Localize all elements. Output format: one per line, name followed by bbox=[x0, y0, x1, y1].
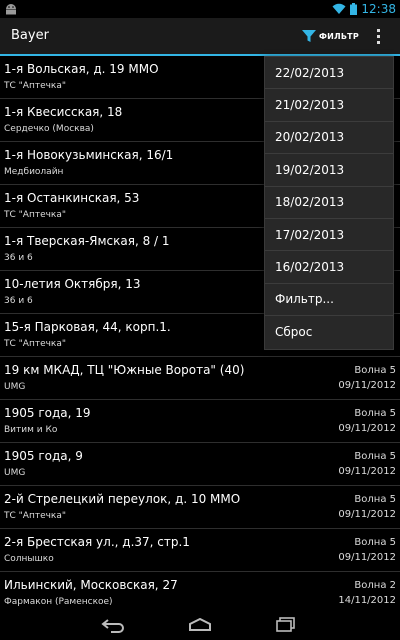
menu-item[interactable]: Сброс bbox=[265, 316, 393, 348]
list-item-store: ТС "Аптечка" bbox=[4, 511, 67, 521]
list-item[interactable]: 1905 года, 9 UMG Волна 5 09/11/2012 bbox=[0, 443, 400, 486]
list-item-address: 1-я Останкинская, 53 bbox=[4, 191, 140, 205]
list-item-address: Ильинский, Московская, 27 bbox=[4, 578, 178, 592]
list-item-store: Медбиолайн bbox=[4, 167, 64, 177]
list-item-address: 1-я Тверская-Ямская, 8 / 1 bbox=[4, 234, 170, 248]
recents-icon[interactable] bbox=[268, 614, 304, 636]
list-item-address: 10-летия Октября, 13 bbox=[4, 277, 141, 291]
menu-item[interactable]: 19/02/2013 bbox=[265, 154, 393, 187]
list-item-store: UMG bbox=[4, 382, 26, 392]
menu-item[interactable]: 22/02/2013 bbox=[265, 57, 393, 90]
list-item-store: ТС "Аптечка" bbox=[4, 81, 67, 91]
list-item-address: 1-я Вольская, д. 19 ММО bbox=[4, 62, 159, 76]
list-item-date: 09/11/2012 bbox=[338, 509, 396, 520]
battery-icon bbox=[350, 3, 358, 15]
home-icon[interactable] bbox=[182, 614, 218, 636]
list-item-address: 15-я Парковая, 44, корп.1. bbox=[4, 320, 171, 334]
list-item-store: Сердечко (Москва) bbox=[4, 124, 94, 134]
menu-item[interactable]: Фильтр... bbox=[265, 284, 393, 317]
list-item[interactable]: Ильинский, Московская, 27 Фармакон (Рамен… bbox=[0, 572, 400, 610]
list-item-store: ТС "Аптечка" bbox=[4, 339, 67, 349]
overflow-menu: 22/02/2013 21/02/2013 20/02/2013 19/02/2013… bbox=[264, 56, 394, 350]
list-item-date: 14/11/2012 bbox=[338, 595, 396, 606]
menu-item[interactable]: 17/02/2013 bbox=[265, 219, 393, 252]
list-item-address: 19 км МКАД, ТЦ "Южные Ворота" (40) bbox=[4, 363, 245, 377]
list-item-store: 36 и 6 bbox=[4, 253, 33, 263]
list-item-store: Солнышко bbox=[4, 554, 54, 564]
back-icon[interactable] bbox=[96, 614, 132, 636]
menu-item[interactable]: 21/02/2013 bbox=[265, 89, 393, 122]
filter-icon bbox=[302, 30, 316, 42]
list-item-address: 2-й Стрелецкий переулок, д. 10 ММО bbox=[4, 492, 241, 506]
menu-item[interactable]: 16/02/2013 bbox=[265, 251, 393, 284]
filter-button-label: ФИЛЬТР bbox=[319, 31, 359, 41]
status-bar: 12:38 bbox=[0, 0, 400, 18]
list-item-wave: Волна 5 bbox=[354, 365, 396, 376]
list-item-wave: Волна 2 bbox=[354, 580, 396, 591]
list-item[interactable]: 1905 года, 19 Витим и Ко Волна 5 09/11/2012 bbox=[0, 400, 400, 443]
list-item-wave: Волна 5 bbox=[354, 537, 396, 548]
list-item-store: Фармакон (Раменское) bbox=[4, 597, 113, 607]
list-item-address: 2-я Брестская ул., д.37, стр.1 bbox=[4, 535, 190, 549]
menu-item[interactable]: 20/02/2013 bbox=[265, 122, 393, 155]
menu-item[interactable]: 18/02/2013 bbox=[265, 187, 393, 219]
list-item-address: 1905 года, 19 bbox=[4, 406, 91, 420]
list-item-wave: Волна 5 bbox=[354, 408, 396, 419]
list-item[interactable]: 2-я Брестская ул., д.37, стр.1 Солнышко Во… bbox=[0, 529, 400, 572]
list-item-store: 36 и 6 bbox=[4, 296, 33, 306]
list-item-address: 1-я Новокузьминская, 16/1 bbox=[4, 148, 174, 162]
list-item-date: 09/11/2012 bbox=[338, 423, 396, 434]
clock: 12:38 bbox=[361, 2, 396, 16]
list-item-store: UMG bbox=[4, 468, 26, 478]
list-item[interactable]: 2-й Стрелецкий переулок, д. 10 ММО ТС "Ап… bbox=[0, 486, 400, 529]
list-item-date: 09/11/2012 bbox=[338, 552, 396, 563]
list-item-wave: Волна 5 bbox=[354, 451, 396, 462]
list-item-wave: Волна 5 bbox=[354, 494, 396, 505]
action-bar: Bayer ФИЛЬТР bbox=[0, 18, 400, 54]
navigation-bar bbox=[0, 610, 400, 640]
list-item-store: ТС "Аптечка" bbox=[4, 210, 67, 220]
overflow-icon[interactable] bbox=[366, 24, 390, 48]
list-item-store: Витим и Ко bbox=[4, 425, 58, 435]
list-item-address: 1905 года, 9 bbox=[4, 449, 83, 463]
filter-button[interactable]: ФИЛЬТР bbox=[301, 25, 359, 47]
list-item-date: 09/11/2012 bbox=[338, 380, 396, 391]
wifi-icon bbox=[332, 3, 346, 14]
list-item-address: 1-я Квесисская, 18 bbox=[4, 105, 123, 119]
app-title: Bayer bbox=[11, 28, 49, 43]
list-item[interactable]: 19 км МКАД, ТЦ "Южные Ворота" (40) UMG Вол… bbox=[0, 357, 400, 400]
android-icon bbox=[6, 4, 16, 15]
list-item-date: 09/11/2012 bbox=[338, 466, 396, 477]
